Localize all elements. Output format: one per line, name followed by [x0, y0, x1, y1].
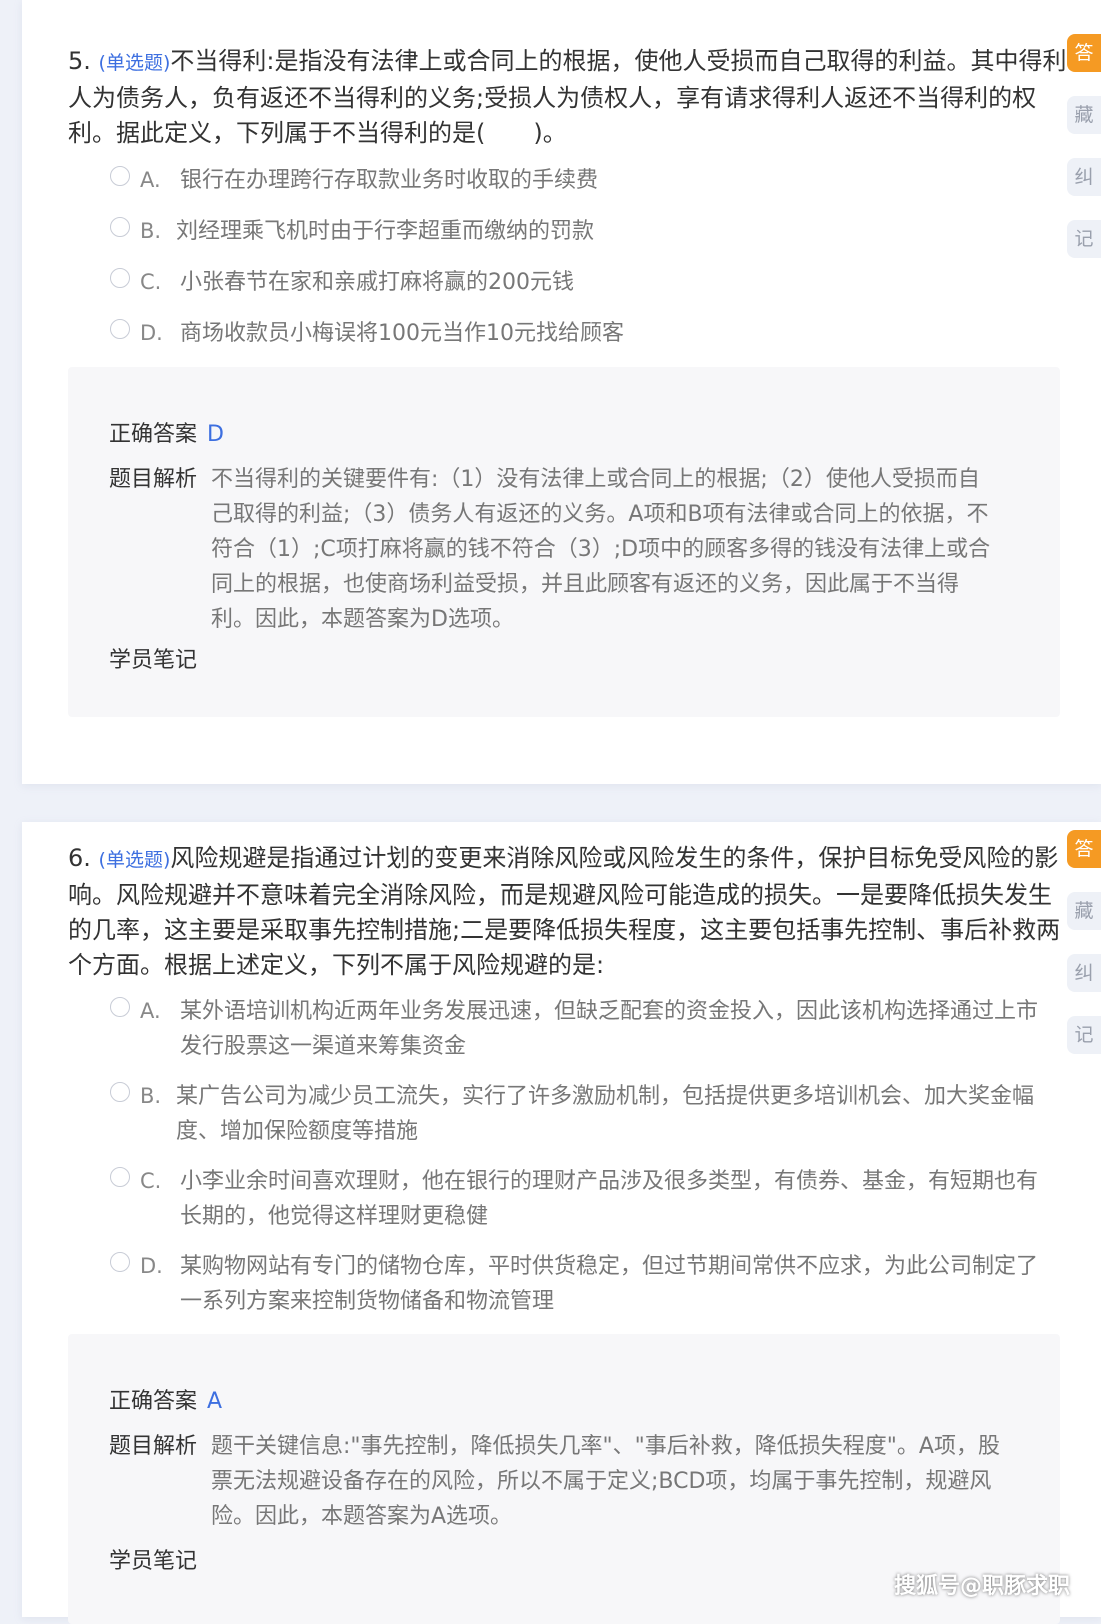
option-text: 小张春节在家和亲戚打麻将赢的200元钱: [180, 270, 574, 295]
question-stem: 6. (单选题)风险规避是指通过计划的变更来消除风险或风险发生的条件，保护目标免…: [68, 841, 1068, 983]
correct-answer-value: D: [207, 422, 224, 447]
option-letter: B.: [140, 1084, 162, 1108]
correct-answer: 正确答案 A: [109, 1384, 222, 1419]
student-notes-label: 学员笔记: [109, 648, 198, 673]
question-number: 5.: [68, 47, 91, 75]
radio-button[interactable]: [110, 166, 130, 186]
answer-button[interactable]: 答: [1067, 830, 1101, 868]
note-button[interactable]: 记: [1067, 1016, 1101, 1054]
analysis-label: 题目解析: [109, 467, 198, 492]
radio-button[interactable]: [110, 268, 130, 288]
option-letter: D.: [140, 1254, 163, 1278]
option-text: 小李业余时间喜欢理财，他在银行的理财产品涉及很多类型，有债券、基金，有短期也有长…: [180, 1169, 1039, 1229]
option-text: 某购物网站有专门的储物仓库，平时供货稳定，但过节期间常供不应求，为此公司制定了一…: [180, 1254, 1039, 1314]
question-type: (单选题): [98, 52, 171, 74]
option-text: 刘经理乘飞机时由于行李超重而缴纳的罚款: [176, 219, 595, 244]
question-card-5: 5. (单选题)不当得利:是指没有法律上或合同上的根据，使他人受损而自己取得的利…: [22, 0, 1101, 784]
watermark: 搜狐号@职豚求职: [894, 1574, 1071, 1599]
analysis-text: 不当得利的关键要件有:（1）没有法律上或合同上的根据;（2）使他人受损而自己取得…: [211, 467, 991, 632]
question-text: 不当得利:是指没有法律上或合同上的根据，使他人受损而自己取得的利益。其中得利人为…: [68, 47, 1067, 147]
student-notes-label: 学员笔记: [109, 1549, 198, 1574]
question-type: (单选题): [98, 849, 171, 871]
favorite-button[interactable]: 藏: [1067, 892, 1101, 930]
report-error-button[interactable]: 纠: [1067, 954, 1101, 992]
option-letter: C.: [140, 270, 162, 294]
answer-panel: 正确答案 D 题目解析 不当得利的关键要件有:（1）没有法律上或合同上的根据;（2…: [68, 367, 1060, 717]
question-card-6: 6. (单选题)风险规避是指通过计划的变更来消除风险或风险发生的条件，保护目标免…: [22, 822, 1101, 1624]
report-error-button[interactable]: 纠: [1067, 158, 1101, 196]
option-letter: A.: [140, 999, 161, 1023]
radio-button[interactable]: [110, 997, 130, 1017]
note-button[interactable]: 记: [1067, 220, 1101, 258]
option-letter: C.: [140, 1169, 162, 1193]
radio-button[interactable]: [110, 217, 130, 237]
radio-button[interactable]: [110, 1252, 130, 1272]
option-text: 某外语培训机构近两年业务发展迅速，但缺乏配套的资金投入，因此该机构选择通过上市发…: [180, 999, 1039, 1059]
correct-answer: 正确答案 D: [109, 417, 224, 452]
answer-button[interactable]: 答: [1067, 34, 1101, 72]
analysis-text: 题干关键信息:"事先控制，降低损失几率"、"事后补救，降低损失程度"。A项，股票…: [211, 1434, 1000, 1529]
option-text: 商场收款员小梅误将100元当作10元找给顾客: [180, 321, 624, 346]
radio-button[interactable]: [110, 1082, 130, 1102]
option-letter: B.: [140, 219, 162, 243]
option-text: 某广告公司为减少员工流失，实行了许多激励机制，包括提供更多培训机会、加大奖金幅度…: [176, 1084, 1035, 1144]
correct-answer-value: A: [207, 1389, 223, 1414]
correct-answer-label: 正确答案: [109, 1389, 198, 1414]
option-letter: A.: [140, 168, 161, 192]
radio-button[interactable]: [110, 319, 130, 339]
radio-button[interactable]: [110, 1167, 130, 1187]
analysis-label: 题目解析: [109, 1434, 198, 1459]
favorite-button[interactable]: 藏: [1067, 96, 1101, 134]
correct-answer-label: 正确答案: [109, 422, 198, 447]
question-text: 风险规避是指通过计划的变更来消除风险或风险发生的条件，保护目标免受风险的影响。风…: [68, 844, 1061, 979]
option-letter: D.: [140, 321, 163, 345]
option-text: 银行在办理跨行存取款业务时收取的手续费: [180, 168, 599, 193]
question-number: 6.: [68, 844, 91, 872]
question-stem: 5. (单选题)不当得利:是指没有法律上或合同上的根据，使他人受损而自己取得的利…: [68, 44, 1068, 151]
